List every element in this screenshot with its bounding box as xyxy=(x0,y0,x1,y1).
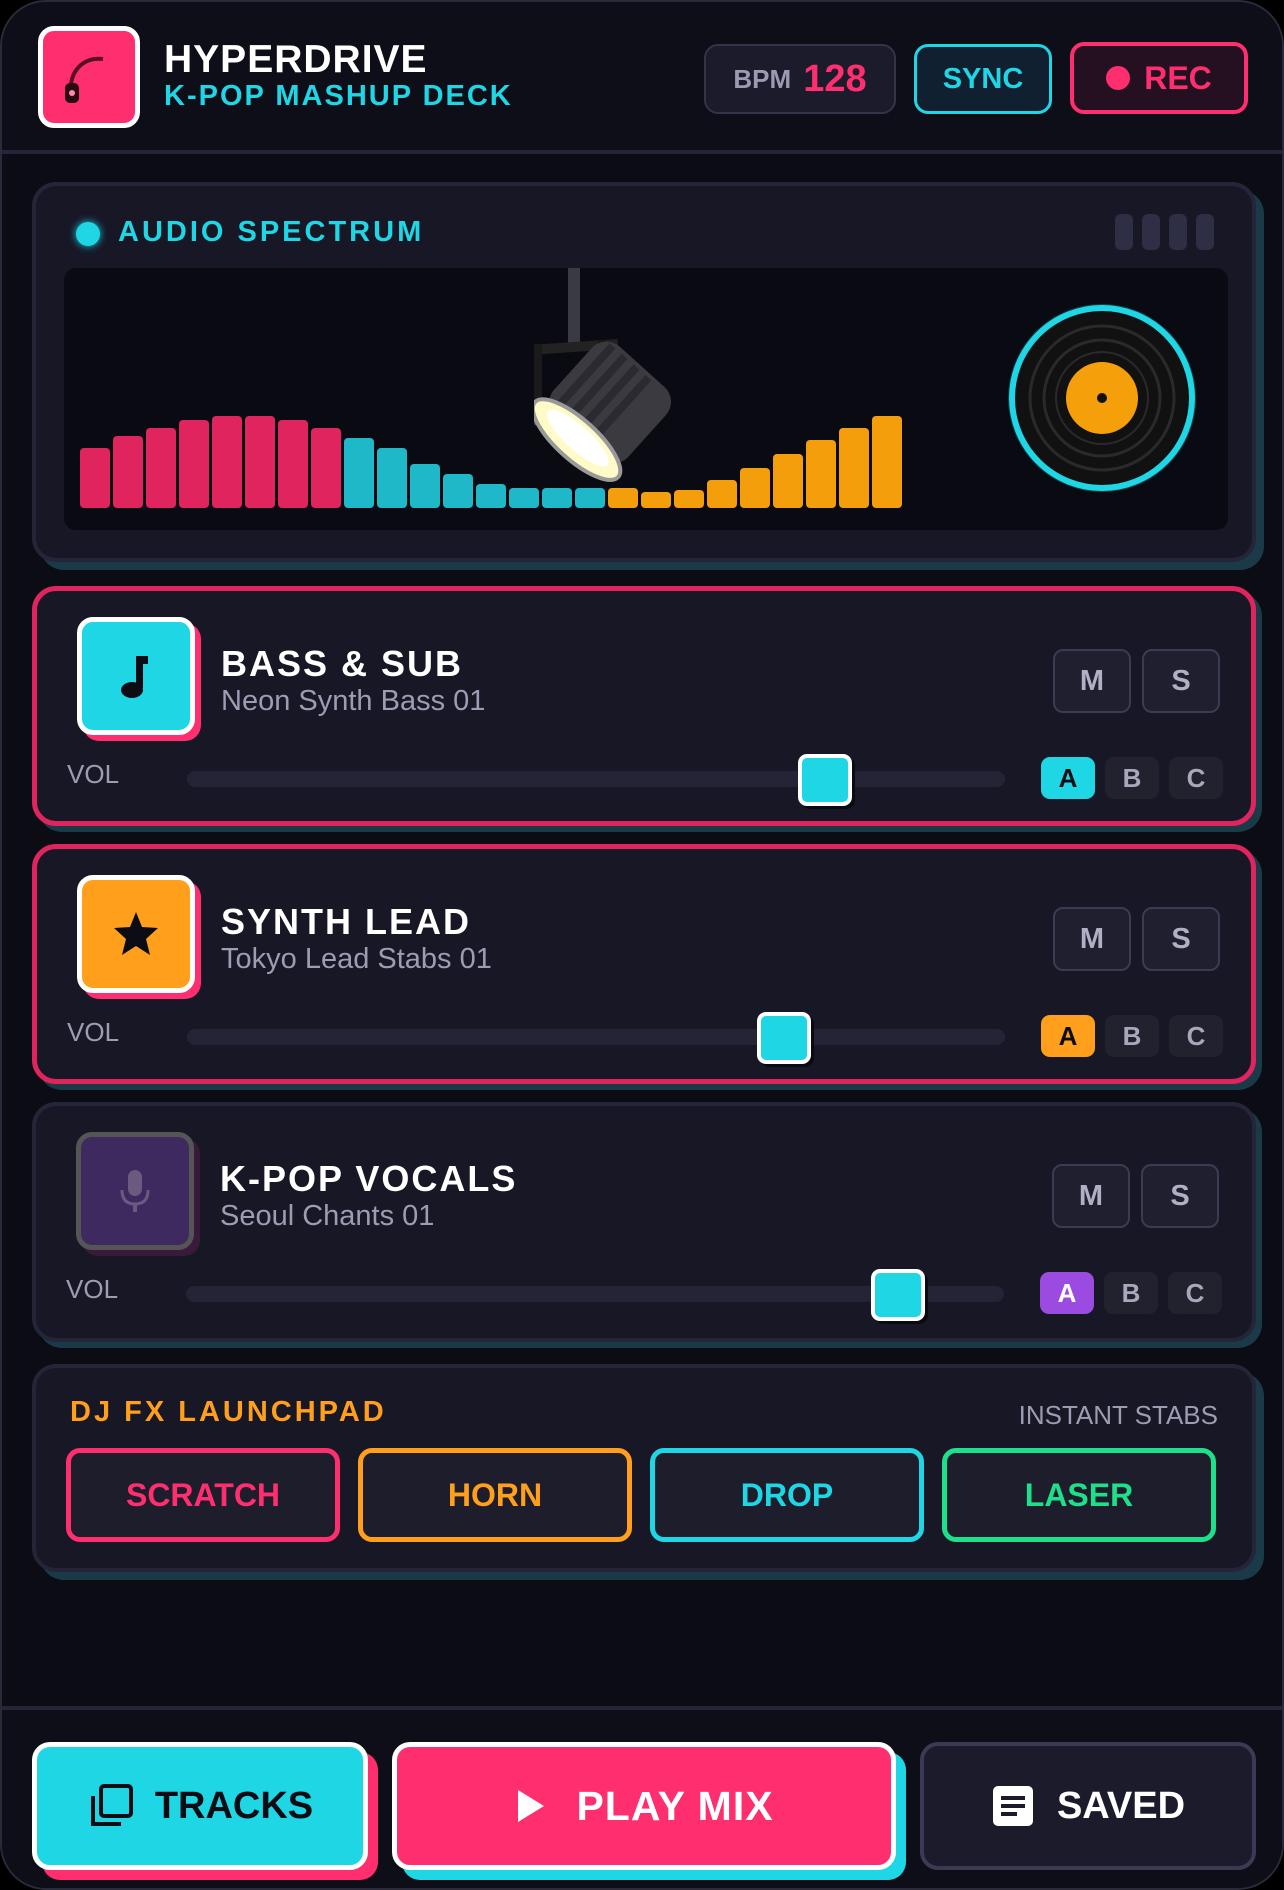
spectrum-bar xyxy=(113,436,143,508)
volume-label: VOL xyxy=(66,1274,119,1304)
mute-button[interactable]: M xyxy=(1052,1164,1130,1228)
header: HYPERDRIVE K-POP MASHUP DECK BPM 128 SYN… xyxy=(2,2,1282,154)
track-subtitle: Tokyo Lead Stabs 01 xyxy=(221,943,492,975)
play-mix-label: PLAY MIX xyxy=(576,1782,774,1829)
spectrum-bar xyxy=(443,474,473,508)
headphones-icon xyxy=(65,56,104,103)
saved-button[interactable]: SAVED xyxy=(920,1742,1256,1870)
spectrum-bar xyxy=(278,420,308,508)
volume-slider-thumb[interactable] xyxy=(798,754,852,806)
mute-button[interactable]: M xyxy=(1053,649,1131,713)
tracks-label: TRACKS xyxy=(154,1784,314,1827)
live-indicator-icon xyxy=(76,222,100,246)
spectrum-bar xyxy=(740,468,770,508)
spectrum-bar xyxy=(773,454,803,508)
record-dot-icon xyxy=(1106,66,1131,90)
bank-c-button[interactable]: C xyxy=(1168,1272,1222,1314)
solo-button[interactable]: S xyxy=(1141,1164,1219,1228)
track-card[interactable]: K-POP VOCALS Seoul Chants 01 M S VOL A B C xyxy=(32,1102,1256,1342)
fx-title: DJ FX LAUNCHPAD xyxy=(70,1396,387,1428)
track-card[interactable]: BASS & SUB Neon Synth Bass 01 M S VOL A B C xyxy=(32,586,1256,826)
bank-a-button[interactable]: A xyxy=(1040,1272,1094,1314)
track-card[interactable]: SYNTH LEAD Tokyo Lead Stabs 01 M S VOL A B C xyxy=(32,844,1256,1084)
record-button[interactable]: REC xyxy=(1070,42,1248,114)
spectrum-display xyxy=(64,268,1228,530)
bank-b-button[interactable]: B xyxy=(1105,1015,1159,1057)
track-subtitle: Seoul Chants 01 xyxy=(220,1200,435,1232)
track-title: K-POP VOCALS xyxy=(220,1158,518,1199)
star-icon[interactable] xyxy=(77,875,195,993)
volume-slider-thumb[interactable] xyxy=(871,1269,925,1321)
bank-b-button[interactable]: B xyxy=(1104,1272,1158,1314)
audio-spectrum-panel: AUDIO SPECTRUM xyxy=(32,182,1256,562)
track-title: SYNTH LEAD xyxy=(221,901,472,942)
fx-launchpad-panel: DJ FX LAUNCHPAD INSTANT STABS SCRATCH HOR… xyxy=(32,1364,1256,1572)
fx-subtitle: INSTANT STABS xyxy=(1018,1400,1218,1430)
bank-a-button[interactable]: A xyxy=(1041,757,1095,799)
spectrum-title: AUDIO SPECTRUM xyxy=(118,216,425,248)
spectrum-bar xyxy=(179,420,209,508)
play-icon xyxy=(518,1790,545,1822)
saved-label: SAVED xyxy=(1056,1784,1186,1827)
track-subtitle: Neon Synth Bass 01 xyxy=(221,685,486,717)
sync-button[interactable]: SYNC xyxy=(914,44,1052,114)
fx-drop-button[interactable]: DROP xyxy=(650,1448,924,1542)
play-mix-button[interactable]: PLAY MIX xyxy=(392,1742,896,1870)
record-label: REC xyxy=(1144,59,1212,96)
app-logo xyxy=(38,26,140,128)
bpm-label: BPM xyxy=(733,63,792,94)
volume-slider-thumb[interactable] xyxy=(757,1012,811,1064)
spectrum-bar xyxy=(806,440,836,508)
stage-light-icon xyxy=(534,268,672,482)
vinyl-record-icon xyxy=(1008,304,1196,492)
spectrum-bar xyxy=(245,416,275,508)
spectrum-bar xyxy=(344,438,374,508)
spectrum-bar xyxy=(839,428,869,508)
fx-scratch-button[interactable]: SCRATCH xyxy=(66,1448,340,1542)
bottom-bar: TRACKS PLAY MIX SAVED xyxy=(2,1706,1282,1888)
music-note-icon[interactable] xyxy=(77,617,195,735)
fx-horn-button[interactable]: HORN xyxy=(358,1448,632,1542)
volume-slider-track[interactable] xyxy=(187,771,1005,787)
bank-b-button[interactable]: B xyxy=(1105,757,1159,799)
app-title: HYPERDRIVE xyxy=(164,38,428,81)
fx-laser-button[interactable]: LASER xyxy=(942,1448,1216,1542)
spectrum-bar xyxy=(311,428,341,508)
spectrum-bar xyxy=(212,416,242,508)
bpm-display[interactable]: BPM 128 xyxy=(704,44,896,114)
app-subtitle: K-POP MASHUP DECK xyxy=(164,80,513,112)
spectrum-bar xyxy=(377,448,407,508)
document-icon xyxy=(992,1786,1033,1826)
bpm-value: 128 xyxy=(803,57,867,100)
spectrum-menu-icon[interactable] xyxy=(1115,214,1214,250)
track-title: BASS & SUB xyxy=(221,643,464,684)
app-window: HYPERDRIVE K-POP MASHUP DECK BPM 128 SYN… xyxy=(0,0,1284,1890)
volume-slider-track[interactable] xyxy=(187,1029,1005,1045)
bank-c-button[interactable]: C xyxy=(1169,1015,1223,1057)
spectrum-bar xyxy=(872,416,902,508)
bank-a-button[interactable]: A xyxy=(1041,1015,1095,1057)
solo-button[interactable]: S xyxy=(1142,649,1220,713)
volume-label: VOL xyxy=(67,759,120,789)
mute-button[interactable]: M xyxy=(1053,907,1131,971)
solo-button[interactable]: S xyxy=(1142,907,1220,971)
tracks-button[interactable]: TRACKS xyxy=(32,1742,368,1870)
microphone-icon[interactable] xyxy=(76,1132,194,1250)
volume-label: VOL xyxy=(67,1017,120,1047)
spectrum-bar xyxy=(476,484,506,508)
spectrum-bar xyxy=(410,464,440,508)
spectrum-bar xyxy=(146,428,176,508)
layers-icon xyxy=(90,1784,133,1826)
spectrum-bar xyxy=(80,448,110,508)
bank-c-button[interactable]: C xyxy=(1169,757,1223,799)
